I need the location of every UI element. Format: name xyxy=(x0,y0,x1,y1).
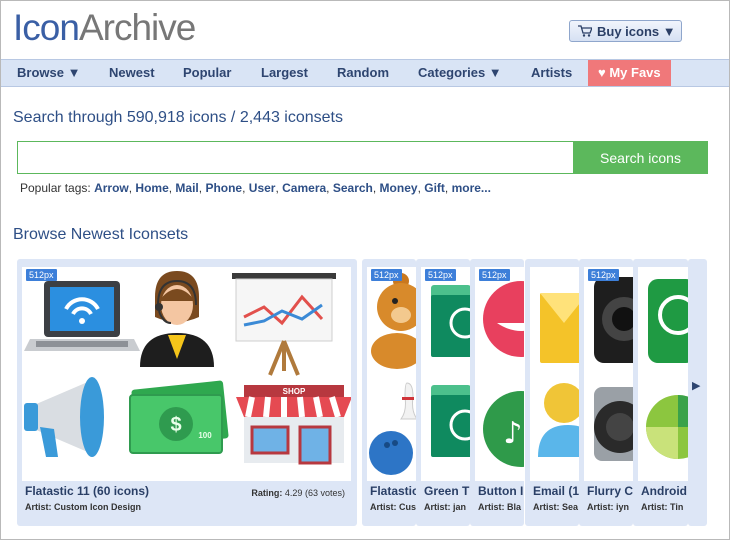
pie-circle-icon xyxy=(646,395,688,459)
logo-part-archive: Archive xyxy=(78,7,196,48)
nav-browse[interactable]: Browse ▼ xyxy=(17,60,80,86)
iconset-title[interactable]: Green T xyxy=(424,484,469,498)
iconset-artist[interactable]: Artist: jan xyxy=(424,502,466,512)
support-woman-icon xyxy=(140,271,214,367)
cart-icon xyxy=(578,25,592,37)
user-contact-icon xyxy=(538,383,579,457)
size-badge: 512px xyxy=(26,269,57,281)
camera-lens-icon xyxy=(594,387,633,461)
iconset-preview xyxy=(530,267,579,481)
svg-text:$: $ xyxy=(170,414,181,436)
iconset-preview-strip xyxy=(369,273,416,475)
iconset-title[interactable]: Flurry C xyxy=(587,484,633,498)
iconset-card-flatastic[interactable]: 512px Flatastic Artist: Cus xyxy=(362,259,416,526)
iconset-preview-grid: $ 100 SHOP xyxy=(24,271,351,465)
money-bills-icon: $ 100 xyxy=(129,380,229,454)
iconset-title[interactable]: Flatastic xyxy=(370,484,416,498)
iconset-preview xyxy=(638,267,688,481)
green-folder-icon xyxy=(431,385,470,457)
iconset-title[interactable]: Email (1 xyxy=(533,484,579,498)
iconset-artist[interactable]: Artist: Custom Icon Design xyxy=(25,502,141,512)
arrow-right-icon: ▶ xyxy=(692,380,701,392)
iconset-artist[interactable]: Artist: Sea xyxy=(533,502,578,512)
tag-more[interactable]: more... xyxy=(452,181,491,195)
nav-my-favs[interactable]: ♥ My Favs xyxy=(588,60,671,86)
iconset-preview-strip xyxy=(538,293,579,457)
buy-icons-label: Buy icons ▼ xyxy=(597,23,676,39)
iconset-card-android[interactable]: Android Artist: Tin xyxy=(633,259,688,526)
size-badge: 512px xyxy=(588,269,619,281)
camera-icon xyxy=(594,277,633,363)
next-iconsets-button[interactable]: ▶ xyxy=(688,259,707,526)
browse-newest-heading: Browse Newest Iconsets xyxy=(13,226,189,243)
iconset-card-flurry-c[interactable]: 512px Flurry C Artist: iyn xyxy=(579,259,633,526)
buy-icons-button[interactable]: Buy icons ▼ xyxy=(569,20,682,42)
tag-phone[interactable]: Phone xyxy=(205,181,242,195)
iconset-artist[interactable]: Artist: iyn xyxy=(587,502,629,512)
nav-popular[interactable]: Popular xyxy=(183,60,231,86)
iconset-card-green-t[interactable]: 512px Green T Artist: jan xyxy=(416,259,470,526)
iconset-preview: 512px xyxy=(22,267,351,481)
bowling-icon xyxy=(369,382,416,475)
search-heading: Search through 590,918 icons / 2,443 ico… xyxy=(13,109,343,126)
tag-search[interactable]: Search xyxy=(333,181,373,195)
iconset-card-flatastic-11[interactable]: 512px $ 100 SHOP Flatastic 11 (60 icons)… xyxy=(17,259,357,526)
rating-value: 4.29 xyxy=(284,488,303,498)
whatsapp-icon xyxy=(648,279,688,363)
iconset-card-email[interactable]: Email (1 Artist: Sea xyxy=(525,259,579,526)
pink-button-icon xyxy=(483,281,524,357)
nav-artists[interactable]: Artists xyxy=(531,60,572,86)
iconset-preview-strip xyxy=(431,285,470,457)
tag-money[interactable]: Money xyxy=(380,181,418,195)
logo-part-icon: Icon xyxy=(13,7,80,48)
svg-text:100: 100 xyxy=(198,431,212,440)
presentation-chart-icon xyxy=(232,273,336,376)
iconset-artist[interactable]: Artist: Cus xyxy=(370,502,416,512)
iconset-card-button-i[interactable]: 512px ♪ Button I Artist: Bla xyxy=(470,259,524,526)
iconset-preview: 512px ♪ xyxy=(475,267,524,481)
tag-mail[interactable]: Mail xyxy=(175,181,198,195)
popular-tags-label: Popular tags: xyxy=(20,181,91,195)
iconset-preview-strip: ♪ xyxy=(483,281,524,467)
teddy-bear-icon xyxy=(371,273,416,369)
svg-text:♪: ♪ xyxy=(503,416,522,451)
size-badge: 512px xyxy=(479,269,510,281)
iconset-preview: 512px xyxy=(421,267,470,481)
main-nav: Browse ▼ Newest Popular Largest Random C… xyxy=(1,59,729,87)
iconset-preview-strip xyxy=(594,277,633,461)
iconset-preview: 512px xyxy=(367,267,416,481)
size-badge: 512px xyxy=(425,269,456,281)
envelope-icon xyxy=(540,293,579,363)
music-button-icon: ♪ xyxy=(483,391,524,467)
shop-store-icon: SHOP xyxy=(236,385,351,465)
tag-arrow[interactable]: Arrow xyxy=(94,181,129,195)
site-logo[interactable]: IconArchive xyxy=(13,7,196,48)
tag-camera[interactable]: Camera xyxy=(282,181,326,195)
nav-random[interactable]: Random xyxy=(337,60,389,86)
rating-label: Rating: xyxy=(251,488,283,498)
rating-votes: (63 votes) xyxy=(304,488,345,498)
iconset-preview: 512px xyxy=(584,267,633,481)
green-folder-icon xyxy=(431,285,470,357)
nav-largest[interactable]: Largest xyxy=(261,60,308,86)
size-badge: 512px xyxy=(371,269,402,281)
nav-categories[interactable]: Categories ▼ xyxy=(418,60,502,86)
popular-tags: Popular tags: Arrow, Home, Mail, Phone, … xyxy=(20,181,491,195)
iconset-rating: Rating: 4.29 (63 votes) xyxy=(251,488,345,498)
iconset-preview-strip xyxy=(646,279,688,459)
iconset-title[interactable]: Button I xyxy=(478,484,523,498)
search-icons-button[interactable]: Search icons xyxy=(573,141,708,174)
laptop-wifi-icon xyxy=(24,281,140,351)
tag-user[interactable]: User xyxy=(249,181,276,195)
search-input[interactable] xyxy=(17,141,574,174)
nav-newest[interactable]: Newest xyxy=(109,60,155,86)
iconset-artist[interactable]: Artist: Tin xyxy=(641,502,683,512)
megaphone-icon xyxy=(24,377,104,457)
svg-text:SHOP: SHOP xyxy=(283,387,306,396)
iconset-artist[interactable]: Artist: Bla xyxy=(478,502,521,512)
tag-gift[interactable]: Gift xyxy=(424,181,445,195)
iconset-title[interactable]: Android xyxy=(641,484,687,498)
tag-home[interactable]: Home xyxy=(135,181,168,195)
iconset-title[interactable]: Flatastic 11 (60 icons) xyxy=(25,484,149,498)
